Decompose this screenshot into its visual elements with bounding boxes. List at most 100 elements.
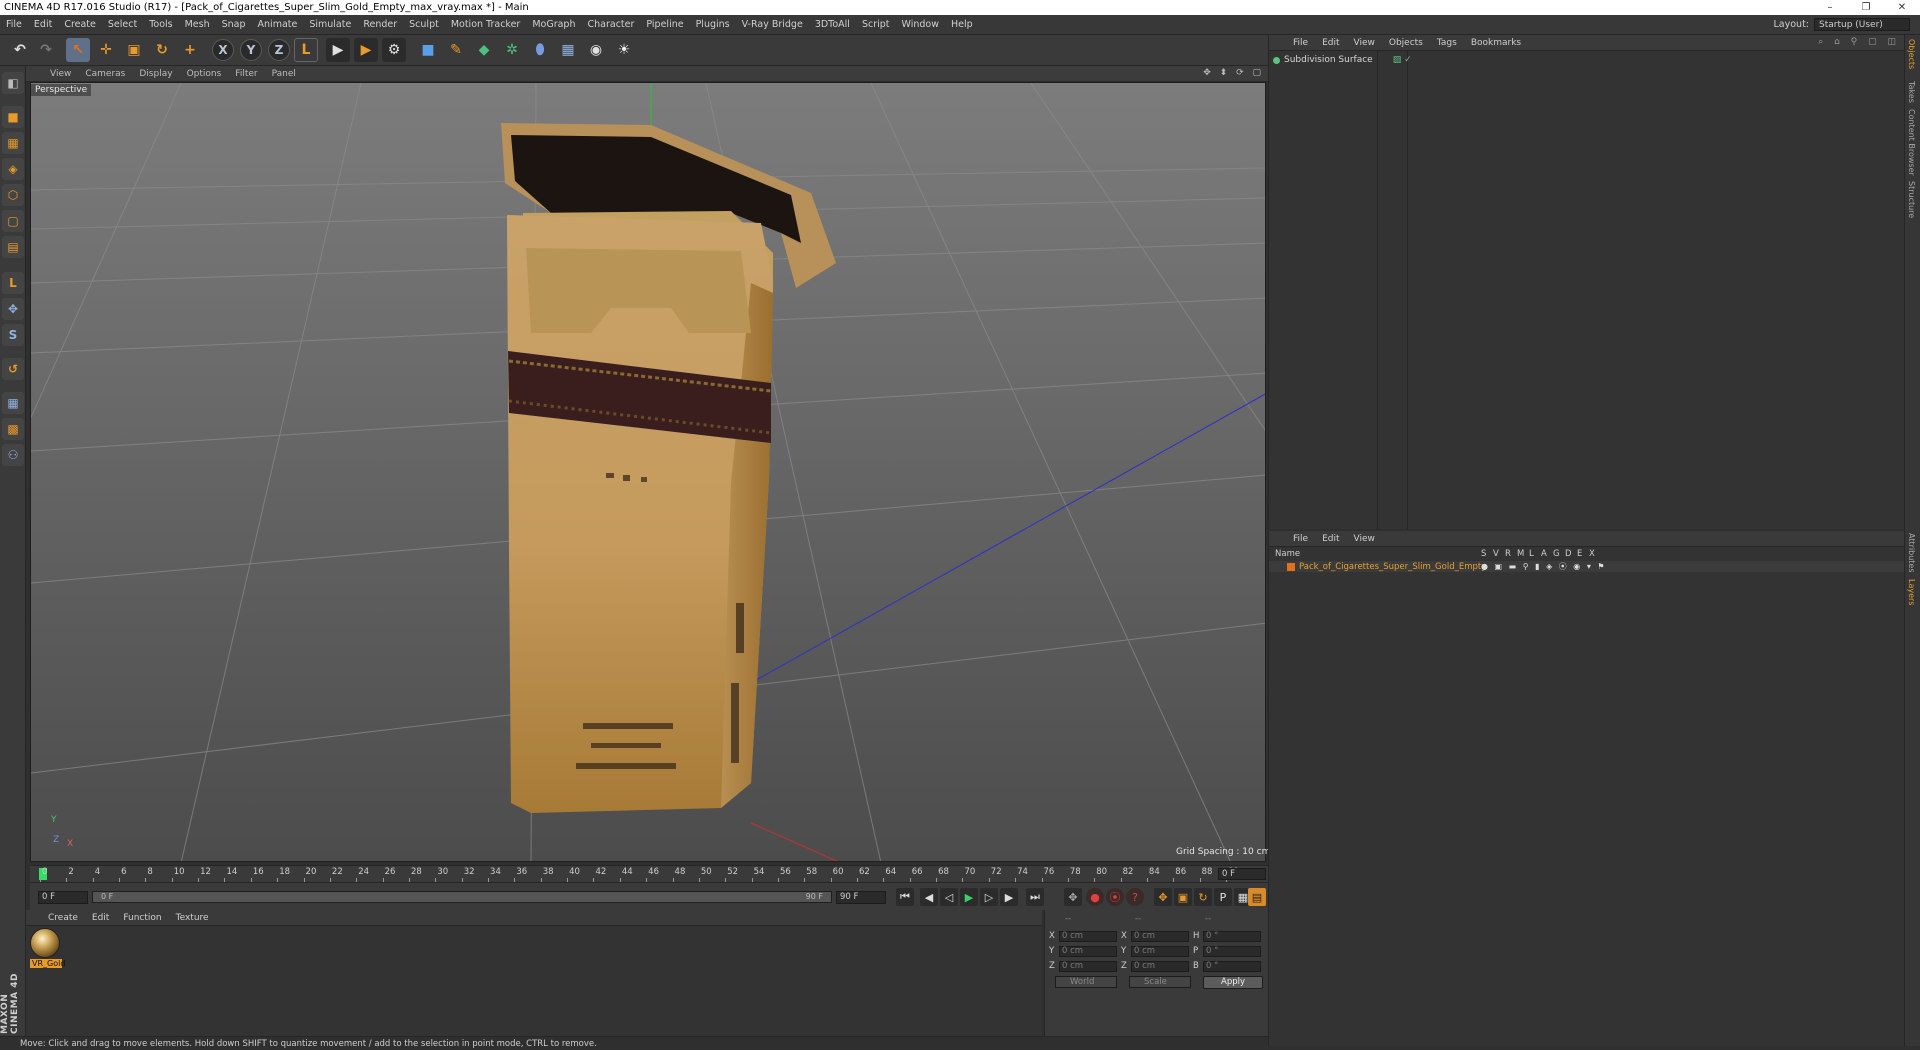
object-menu-objects[interactable]: Objects [1389,38,1423,48]
viewport-camera-label[interactable]: Perspective [31,84,92,96]
coordinate-system-button[interactable]: L [294,38,318,62]
polygons-mode-button[interactable]: ▤ [2,236,24,258]
timeline-layout-button[interactable]: ▤ [1248,888,1266,906]
layer-menu-file[interactable]: File [1293,534,1308,544]
side-tab-structure[interactable]: Structure [1907,181,1916,218]
menu-file[interactable]: File [6,19,22,30]
viewport-menu-filter[interactable]: Filter [235,69,257,79]
sculpt-button[interactable]: ↺ [2,358,24,380]
camera-object-button[interactable]: ◉ [584,38,608,62]
menu-script[interactable]: Script [862,19,890,30]
coord-mode-dropdown[interactable]: Scale [1129,976,1191,988]
make-editable-button[interactable]: ◧ [2,72,24,94]
side-tab-layers[interactable]: Layers [1907,579,1916,605]
layout-dropdown[interactable]: Startup (User) [1814,18,1910,31]
render-picture-viewer-button[interactable]: ▶ [354,38,378,62]
end-frame-field[interactable]: 90 F [836,891,886,904]
start-frame-field[interactable]: 0 F [38,891,88,904]
object-name[interactable]: Subdivision Surface [1284,55,1373,65]
layer-row[interactable]: Pack_of_Cigarettes_Super_Slim_Gold_Empty… [1269,561,1905,572]
coord-size-y-field[interactable]: 0 cm [1131,945,1189,957]
python-button[interactable]: ⚇ [2,444,24,466]
close-button[interactable]: ✕ [1884,0,1920,15]
next-key-button[interactable]: ▶ [1000,888,1018,906]
restore-button[interactable]: ❐ [1848,0,1884,15]
viewport-menu-cameras[interactable]: Cameras [85,69,125,79]
previous-key-button[interactable]: ◀ [920,888,938,906]
menu-select[interactable]: Select [108,19,137,30]
redo-button[interactable]: ↷ [34,38,58,62]
motion-path-button[interactable]: ✥ [1064,888,1082,906]
3d-viewport[interactable] [30,82,1266,862]
menu-window[interactable]: Window [902,19,939,30]
y-axis-lock-button[interactable]: Y [240,39,262,61]
cube-object-button[interactable]: ■ [416,38,440,62]
object-tag-icons[interactable]: ▨ ✓ [1393,55,1412,65]
coord-pos-x-field[interactable]: 0 cm [1059,930,1117,942]
workplane-lock-button[interactable]: ▦ [2,392,24,414]
menu-simulate[interactable]: Simulate [309,19,351,30]
workplane-mode-button[interactable]: ◈ [2,158,24,180]
rotation-track-button[interactable]: ↻ [1194,888,1212,906]
preview-range-slider[interactable]: 0 F 90 F [92,891,832,903]
select-tool-button[interactable]: ↖ [66,38,90,62]
menu-motion-tracker[interactable]: Motion Tracker [451,19,521,30]
side-tab-attributes[interactable]: Attributes [1907,533,1916,573]
deformer-button[interactable]: ⬮ [528,38,552,62]
menu-animate[interactable]: Animate [258,19,298,30]
floor-object-button[interactable]: ▦ [556,38,580,62]
minimize-button[interactable]: – [1812,0,1848,15]
material-menu-texture[interactable]: Texture [176,913,209,923]
timeline-ruler[interactable]: 0 2 4 6 8 10 12 14 16 18 20 22 24 26 28 30 32 34 36 38 40 42 4… [30,865,1268,882]
object-menu-file[interactable]: File [1293,38,1308,48]
material-menu-edit[interactable]: Edit [92,913,109,923]
menu-mesh[interactable]: Mesh [185,19,210,30]
apply-button[interactable]: Apply [1203,976,1263,989]
viewport-menu-options[interactable]: Options [187,69,222,79]
scale-track-button[interactable]: ▣ [1174,888,1192,906]
menu-sculpt[interactable]: Sculpt [409,19,439,30]
object-manager-tool-icons[interactable]: ⌕ ⌂ ⚲ ▢ ◫ [1818,37,1900,47]
layer-flag-icons[interactable]: ● ▣ ▬ ⚲ ▮ ◈ ⦿ ◉ ▾ ⚑ [1481,561,1607,572]
transform-tool-button[interactable]: + [178,38,202,62]
position-track-button[interactable]: ✥ [1154,888,1172,906]
rotate-tool-button[interactable]: ↻ [150,38,174,62]
material-menu-create[interactable]: Create [48,913,78,923]
viewport-menu-display[interactable]: Display [139,69,172,79]
layer-menu-view[interactable]: View [1354,534,1375,544]
coord-pos-z-field[interactable]: 0 cm [1059,960,1117,972]
model-mode-button[interactable]: ■ [2,106,24,128]
undo-button[interactable]: ↶ [8,38,32,62]
object-menu-view[interactable]: View [1354,38,1375,48]
light-object-button[interactable]: ☀ [612,38,636,62]
menu-mograph[interactable]: MoGraph [532,19,575,30]
autokey-button[interactable]: ⦿ [1106,888,1124,906]
array-object-button[interactable]: ✲ [500,38,524,62]
coord-rot-h-field[interactable]: 0 ° [1203,930,1261,942]
coord-rot-b-field[interactable]: 0 ° [1203,960,1261,972]
menu-edit[interactable]: Edit [34,19,52,30]
layer-menu-edit[interactable]: Edit [1322,534,1339,544]
coord-rot-p-field[interactable]: 0 ° [1203,945,1261,957]
points-mode-button[interactable]: ⬡ [2,184,24,206]
parameter-track-button[interactable]: P [1214,888,1232,906]
coord-pos-y-field[interactable]: 0 cm [1059,945,1117,957]
side-tab-takes[interactable]: Takes [1907,81,1916,103]
edges-mode-button[interactable]: ▢ [2,210,24,232]
snap-button[interactable]: S [2,324,24,346]
menu-snap[interactable]: Snap [222,19,246,30]
go-to-start-button[interactable]: ⏮ [896,888,914,906]
object-menu-tags[interactable]: Tags [1437,38,1457,48]
menu-help[interactable]: Help [951,19,973,30]
tweak-mode-button[interactable]: ✥ [2,298,24,320]
viewport-menu-view[interactable]: View [50,69,71,79]
move-tool-button[interactable]: ✛ [94,38,118,62]
render-settings-button[interactable]: ⚙ [382,38,406,62]
side-tab-content-browser[interactable]: Content Browser [1907,109,1916,176]
axis-mode-button[interactable]: L [2,272,24,294]
play-button[interactable]: ▶ [960,888,978,906]
menu-3dtoall[interactable]: 3DToAll [815,19,850,30]
menu-tools[interactable]: Tools [149,19,172,30]
go-to-end-button[interactable]: ⏭ [1026,888,1044,906]
subdivision-surface-button[interactable]: ◆ [472,38,496,62]
